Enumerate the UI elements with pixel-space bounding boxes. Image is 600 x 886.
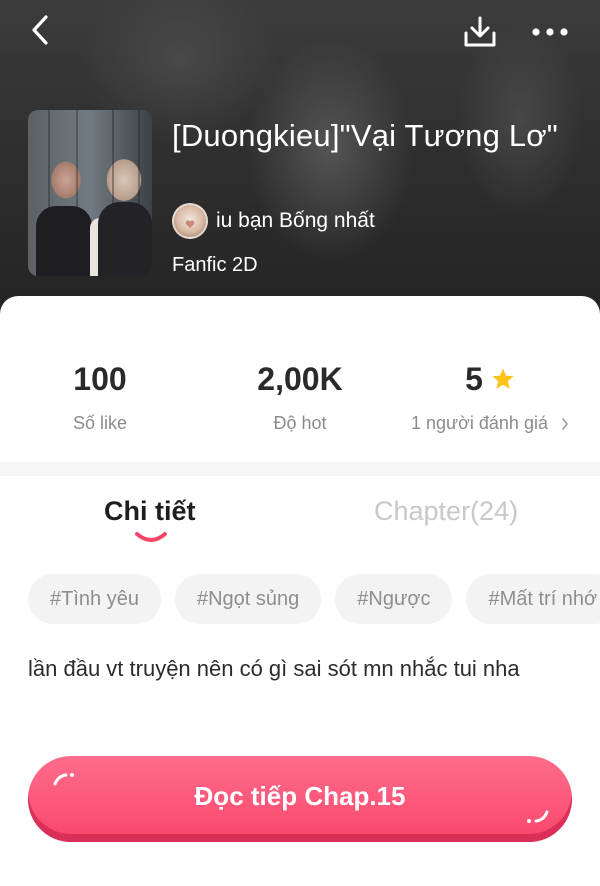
story-title: [Duongkieu]"Vại Tương Lơ" [172, 118, 558, 153]
more-horizontal-icon [532, 28, 568, 36]
active-tab-indicator [135, 532, 167, 542]
tag-chip[interactable]: #Mất trí nhớ [466, 574, 600, 624]
tag-chip[interactable]: #Tình yêu [28, 574, 161, 624]
likes-count: 100 [73, 361, 127, 397]
more-options-button[interactable] [526, 14, 574, 50]
author-link[interactable]: iu bạn Bống nhất [172, 201, 375, 241]
continue-reading-label: Đọc tiếp Chap.15 [194, 780, 406, 811]
hot-count: 2,00K [257, 361, 343, 397]
tag-chip[interactable]: #Ngược [335, 574, 453, 624]
section-divider [0, 462, 600, 476]
rating-value-row: 5 [390, 360, 590, 398]
chevron-right-icon [562, 418, 568, 431]
stat-rating[interactable]: 5 [390, 360, 590, 398]
button-gloss [53, 773, 74, 786]
stat-hot: 2,00K [200, 360, 400, 398]
likes-label: Số like [72, 413, 128, 433]
story-description: lần đầu vt truyện nên có gì sai sót mn n… [28, 656, 520, 681]
tag-list: #Tình yêu #Ngọt sủng #Ngược #Mất trí nhớ [28, 574, 600, 624]
hot-label: Độ hot [273, 413, 327, 433]
continue-reading-button[interactable]: Đọc tiếp Chap.15 [28, 756, 572, 842]
tag-chip[interactable]: #Ngọt sủng [174, 574, 322, 624]
top-bar [0, 0, 600, 62]
story-cover-image[interactable] [28, 110, 152, 276]
rating-count-link[interactable]: 1 người đánh giá [390, 413, 590, 434]
genre-label[interactable]: Fanfic 2D [172, 254, 258, 277]
button-gloss [527, 810, 549, 823]
tab-details[interactable]: Chi tiết [104, 496, 196, 527]
rating-count-label: 1 người đánh giá [411, 413, 548, 433]
stat-likes: 100 [0, 360, 200, 398]
rating-value: 5 [465, 361, 483, 397]
author-name: iu bạn Bống nhất [216, 209, 375, 232]
chevron-left-icon [32, 15, 48, 45]
heart-icon [185, 220, 195, 228]
download-button[interactable] [458, 12, 502, 52]
tab-chapters[interactable]: Chapter(24) [374, 496, 518, 527]
cover-figure [98, 202, 152, 276]
star-icon [492, 368, 514, 389]
download-icon [464, 16, 496, 47]
cover-figure [36, 206, 92, 276]
back-button[interactable] [22, 12, 58, 48]
author-avatar [172, 203, 208, 239]
